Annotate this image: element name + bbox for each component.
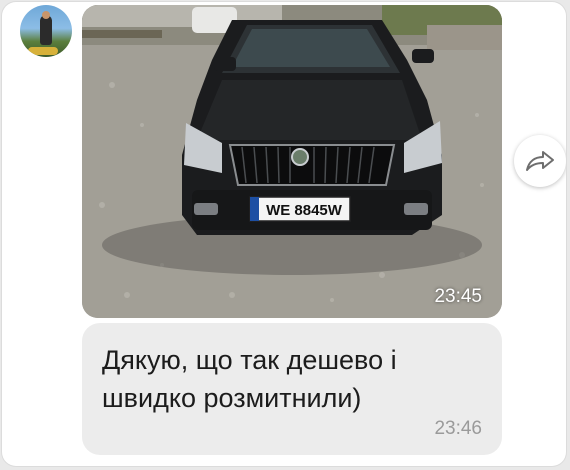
message-body: Дякую, що так дешево і швидко розмитнили… xyxy=(102,341,482,417)
message-line-1: Дякую, що так дешево і xyxy=(102,345,397,375)
avatar-head xyxy=(42,11,50,19)
message-line-2: швидко розмитнили) xyxy=(102,383,362,413)
avatar-ground xyxy=(28,47,58,55)
share-arrow-icon xyxy=(526,151,554,171)
license-plate-text: WE 8845W xyxy=(266,202,343,219)
car-photo: WE 8845W xyxy=(82,5,502,318)
chat-window: WE 8845W 23:45 Дякую, що так дешево і шв… xyxy=(2,2,566,466)
text-message[interactable]: Дякую, що так дешево і швидко розмитнили… xyxy=(82,323,502,455)
avatar[interactable] xyxy=(20,5,72,57)
photo-message-time: 23:45 xyxy=(434,286,482,307)
forward-button[interactable] xyxy=(514,135,566,187)
photo-message[interactable]: WE 8845W 23:45 xyxy=(82,5,502,318)
text-message-time: 23:46 xyxy=(434,418,482,439)
avatar-person xyxy=(40,15,52,45)
